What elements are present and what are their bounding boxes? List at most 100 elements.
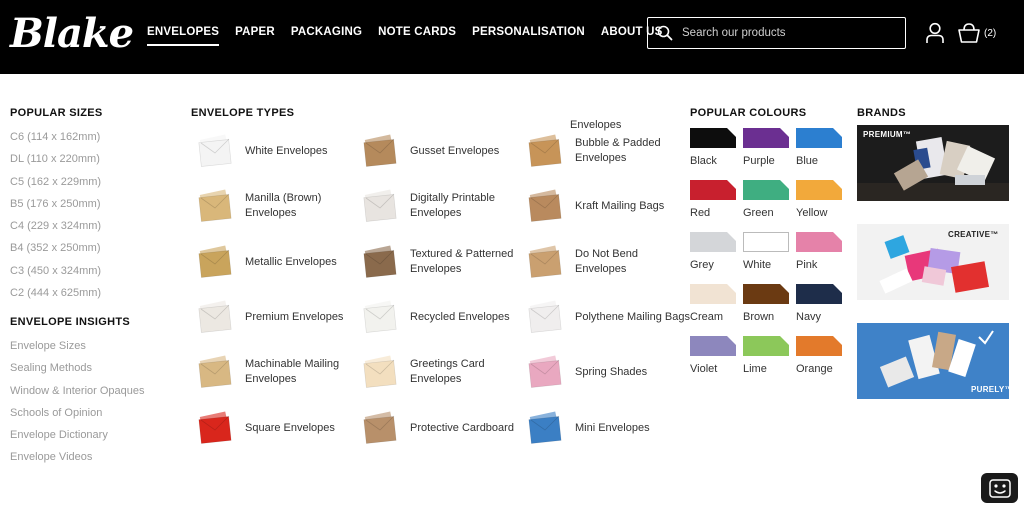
insight-link[interactable]: Envelope Sizes	[10, 339, 145, 361]
search-icon[interactable]	[657, 25, 673, 41]
colour-swatch-lime[interactable]: Lime	[743, 336, 789, 378]
swatch-fold-corner	[833, 336, 842, 345]
chat-widget-button[interactable]	[981, 473, 1018, 503]
size-link[interactable]: C4 (229 x 324mm)	[10, 219, 101, 241]
colour-swatch-violet[interactable]: Violet	[690, 336, 736, 378]
brand-creative[interactable]: CREATIVE™	[857, 224, 1009, 300]
size-link[interactable]: C5 (162 x 229mm)	[10, 175, 101, 197]
colour-swatch-blue[interactable]: Blue	[796, 128, 842, 170]
envelope-type-label: Mini Envelopes	[575, 421, 650, 434]
envelope-type-link[interactable]: Mini Envelopes	[526, 406, 686, 450]
insight-link[interactable]: Window & Interior Opaques	[10, 384, 145, 406]
insight-link[interactable]: Schools of Opinion	[10, 406, 145, 428]
brand-purely[interactable]: PURELY™	[857, 323, 1009, 399]
nav-envelopes[interactable]: ENVELOPES	[147, 26, 220, 46]
envelope-type-link[interactable]: Square Envelopes	[196, 406, 356, 450]
brand-premium[interactable]: PREMIUM™	[857, 125, 1009, 201]
nav-packaging[interactable]: PACKAGING	[291, 26, 362, 38]
colour-swatch-purple[interactable]: Purple	[743, 128, 789, 170]
envelope-type-thumbnail	[528, 134, 562, 167]
colour-swatch-label: Red	[690, 207, 711, 219]
colour-swatch-label: Green	[743, 207, 774, 219]
envelope-type-label: Gusset Envelopes	[410, 144, 500, 157]
colour-swatch-label: Blue	[796, 155, 819, 167]
envelope-type-thumbnail	[528, 411, 562, 444]
colour-swatch-label: Black	[690, 155, 717, 167]
basket-count[interactable]: (2)	[984, 28, 996, 39]
colour-swatch-pink[interactable]: Pink	[796, 232, 842, 274]
colour-swatch-red[interactable]: Red	[690, 180, 736, 222]
colour-swatch-white[interactable]: White	[743, 232, 789, 274]
envelope-type-link[interactable]: Recycled Envelopes	[361, 295, 521, 339]
insight-link[interactable]: Envelope Videos	[10, 450, 145, 472]
colour-swatch-label: Yellow	[796, 207, 828, 219]
size-link[interactable]: B5 (176 x 250mm)	[10, 197, 101, 219]
envelope-type-link[interactable]: Kraft Mailing Bags	[526, 184, 686, 228]
nav-personalisation[interactable]: PERSONALISATION	[472, 26, 585, 38]
nav-note-cards[interactable]: NOTE CARDS	[378, 26, 456, 38]
colour-swatch-navy[interactable]: Navy	[796, 284, 842, 326]
envelope-type-link[interactable]: Metallic Envelopes	[196, 240, 356, 284]
swatch-fold-corner	[727, 180, 736, 189]
size-link[interactable]: C3 (450 x 324mm)	[10, 264, 101, 286]
size-link[interactable]: C6 (114 x 162mm)	[10, 130, 101, 152]
envelope-type-label: Spring Shades	[575, 365, 648, 378]
envelope-type-label: Recycled Envelopes	[410, 310, 510, 323]
colour-swatch-chip	[743, 284, 789, 304]
colour-swatch-green[interactable]: Green	[743, 180, 789, 222]
envelope-type-link[interactable]: Manilla (Brown) Envelopes	[196, 184, 356, 228]
colour-swatch-yellow[interactable]: Yellow	[796, 180, 842, 222]
colour-swatch-label: Cream	[690, 311, 724, 323]
size-link[interactable]: C2 (444 x 625mm)	[10, 286, 101, 308]
envelope-type-link[interactable]: Premium Envelopes	[196, 295, 356, 339]
colour-swatch-brown[interactable]: Brown	[743, 284, 789, 326]
size-link[interactable]: B4 (352 x 250mm)	[10, 241, 101, 263]
account-icon[interactable]	[925, 22, 945, 44]
colour-swatch-black[interactable]: Black	[690, 128, 736, 170]
envelope-type-link[interactable]: Gusset Envelopes	[361, 129, 521, 173]
envelope-type-label: Machinable Mailing Envelopes	[245, 358, 340, 385]
envelope-type-thumbnail	[198, 355, 232, 388]
colour-swatch-chip	[743, 128, 789, 148]
envelope-type-label: Polythene Mailing Bags	[575, 310, 690, 323]
envelope-type-link[interactable]: Bubble & Padded Envelopes	[526, 129, 686, 173]
insight-link[interactable]: Envelope Dictionary	[10, 428, 145, 450]
colour-swatch-chip	[690, 336, 736, 356]
envelope-type-link[interactable]: Spring Shades	[526, 350, 686, 394]
envelope-type-link[interactable]: Digitally Printable Envelopes	[361, 184, 521, 228]
envelope-type-link[interactable]: Protective Cardboard	[361, 406, 521, 450]
colour-swatch-chip	[690, 180, 736, 200]
envelope-type-label: Manilla (Brown) Envelopes	[245, 192, 322, 219]
swatch-fold-corner	[727, 284, 736, 293]
swatch-fold-corner	[780, 284, 789, 293]
search-input[interactable]	[682, 22, 897, 44]
colour-swatch-chip	[690, 232, 736, 252]
colour-swatch-cream[interactable]: Cream	[690, 284, 736, 326]
envelope-type-thumbnail	[528, 355, 562, 388]
colour-swatch-chip	[743, 180, 789, 200]
size-link[interactable]: DL (110 x 220mm)	[10, 152, 101, 174]
swatch-fold-corner	[727, 232, 736, 241]
envelope-type-link[interactable]: Textured & Patterned Envelopes	[361, 240, 521, 284]
insight-link[interactable]: Sealing Methods	[10, 361, 145, 383]
basket-icon[interactable]	[957, 22, 981, 44]
envelope-type-link[interactable]: Machinable Mailing Envelopes	[196, 350, 356, 394]
envelope-type-link[interactable]: Do Not Bend Envelopes	[526, 240, 686, 284]
colour-swatch-chip	[796, 232, 842, 252]
colour-swatch-label: White	[743, 259, 772, 271]
brand-premium-label: PREMIUM™	[863, 130, 912, 139]
colour-swatch-orange[interactable]: Orange	[796, 336, 842, 378]
envelope-type-link[interactable]: White Envelopes	[196, 129, 356, 173]
brand-logo[interactable]: Blake	[10, 10, 134, 57]
colour-swatch-grey[interactable]: Grey	[690, 232, 736, 274]
envelope-type-thumbnail	[363, 245, 397, 278]
colour-swatch-label: Purple	[743, 155, 775, 167]
colour-swatch-chip	[796, 284, 842, 304]
nav-paper[interactable]: PAPER	[235, 26, 275, 38]
envelope-type-link[interactable]: Greetings Card Envelopes	[361, 350, 521, 394]
colour-swatch-label: Grey	[690, 259, 714, 271]
swatch-fold-corner	[779, 233, 788, 242]
colour-swatch-chip	[743, 232, 789, 252]
envelope-type-link[interactable]: Polythene Mailing Bags	[526, 295, 690, 339]
search-box	[647, 17, 906, 49]
